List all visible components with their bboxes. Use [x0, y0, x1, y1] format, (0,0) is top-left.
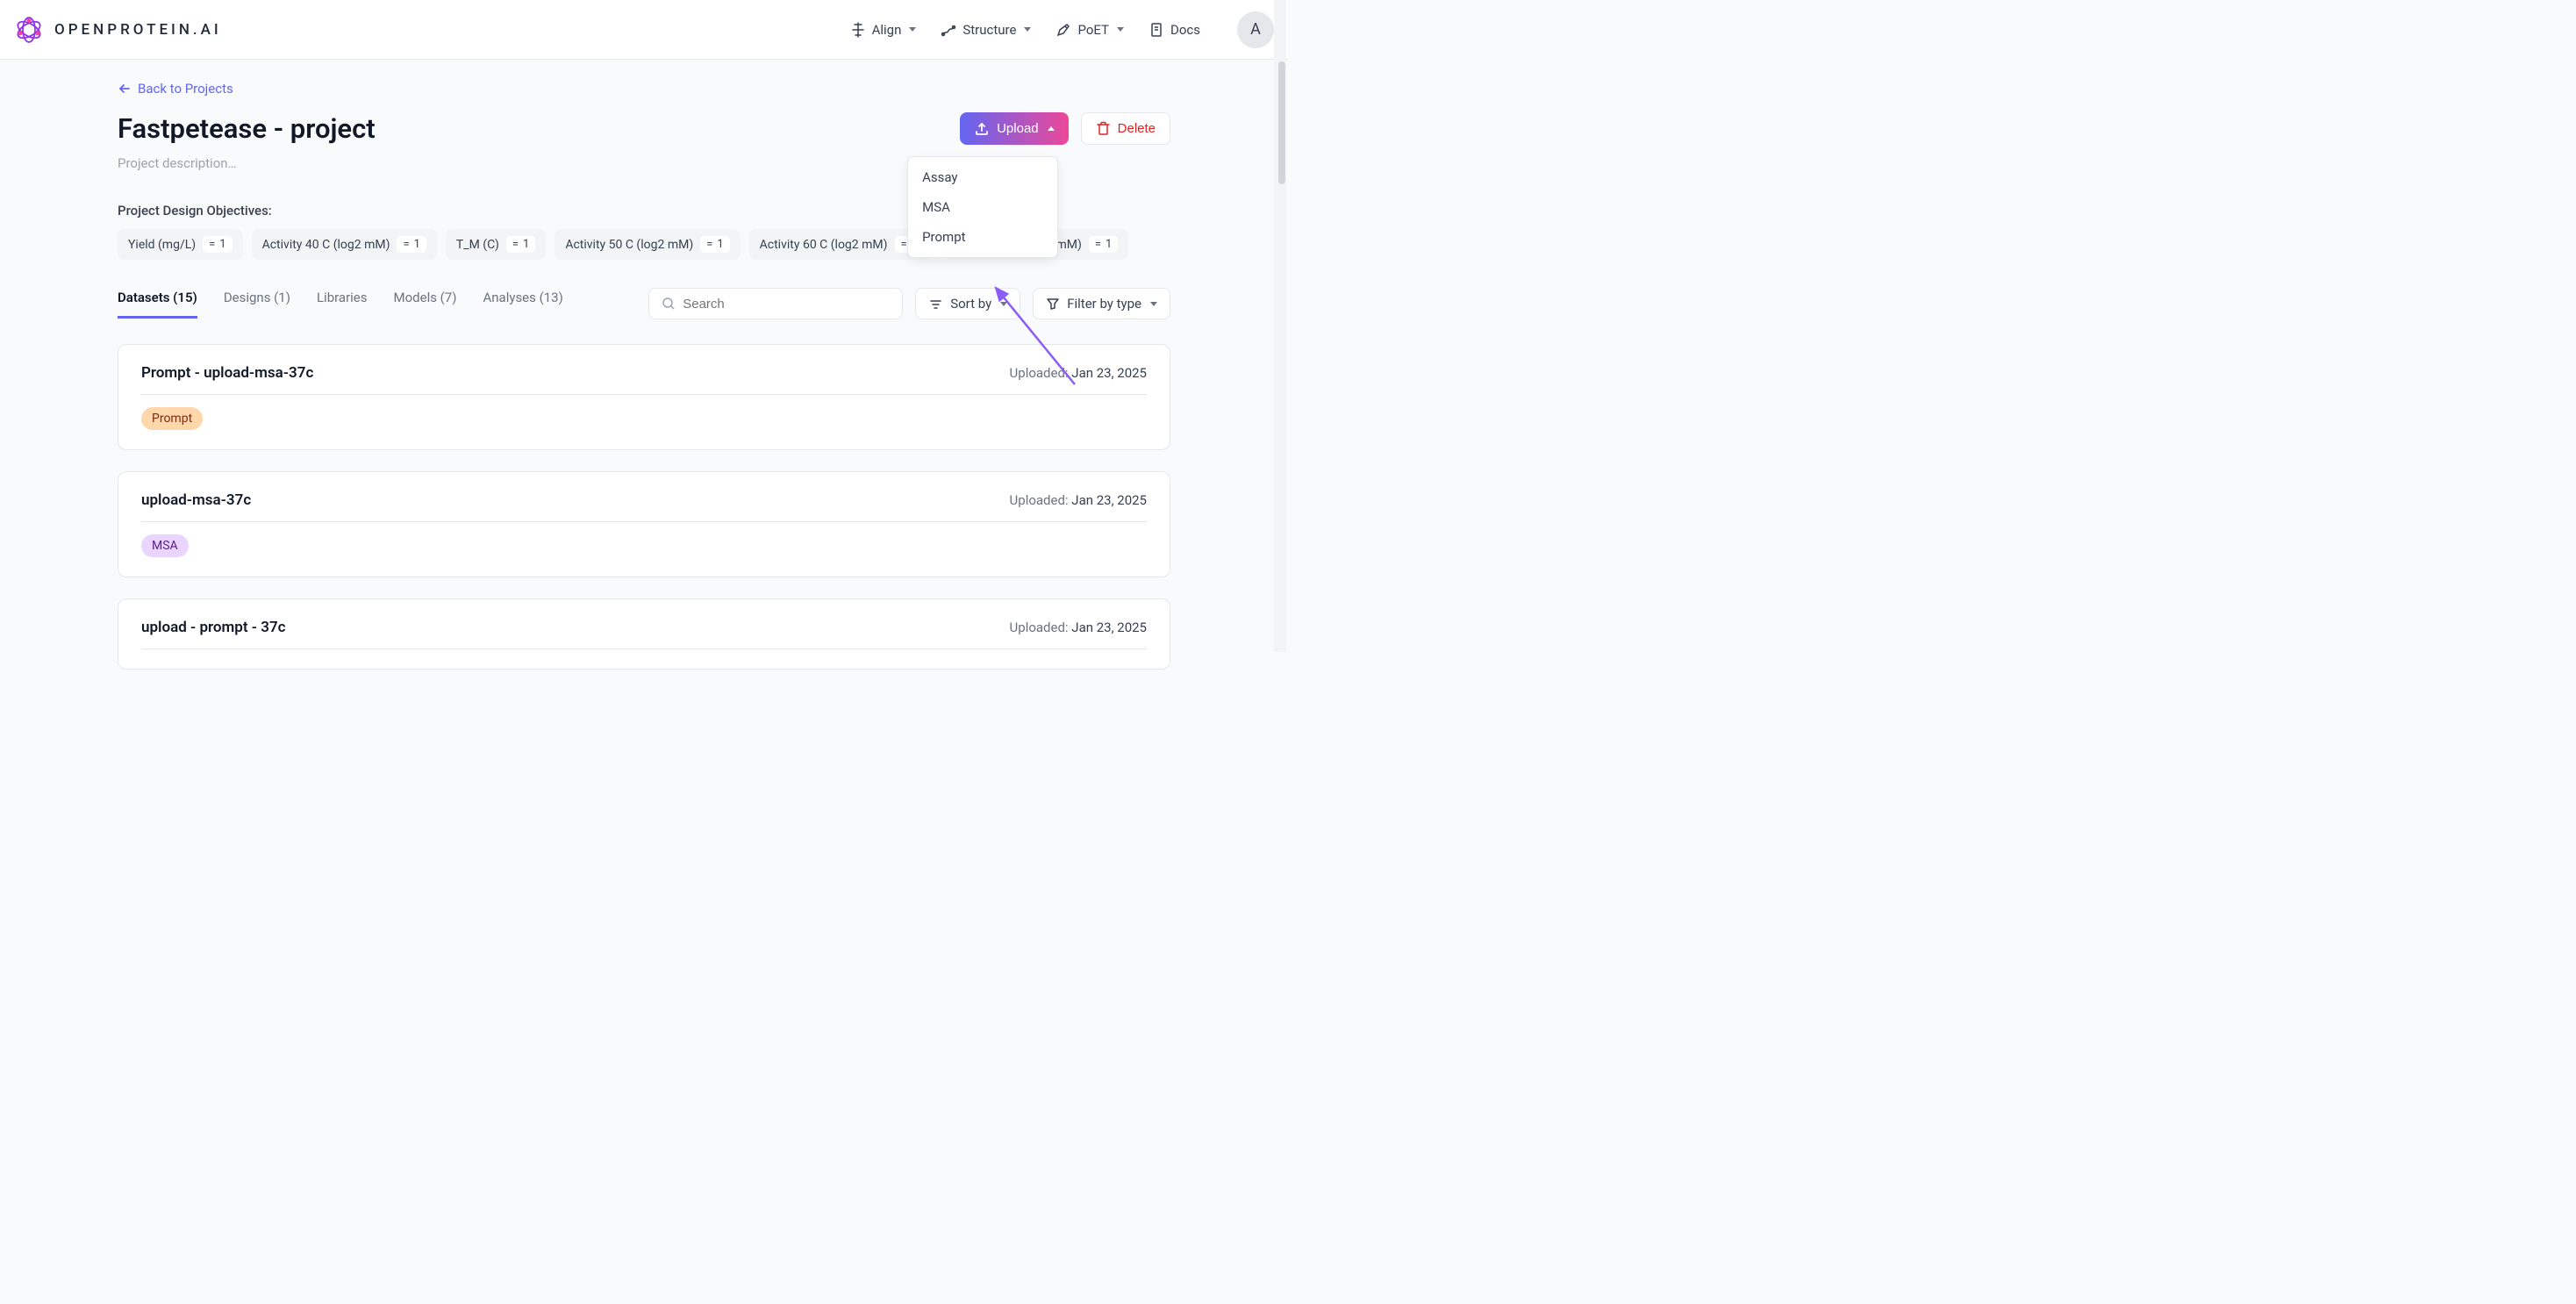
- arrow-left-icon: [118, 82, 132, 96]
- logo-text: OPENPROTEIN.AI: [54, 21, 222, 39]
- pen-icon: [1055, 22, 1071, 38]
- tab-analyses[interactable]: Analyses (13): [483, 290, 562, 319]
- tab-libraries[interactable]: Libraries: [317, 290, 368, 319]
- nav-align[interactable]: Align: [850, 22, 917, 38]
- back-to-projects-link[interactable]: Back to Projects: [118, 81, 1170, 97]
- search-input-wrapper: [648, 288, 903, 319]
- objective-name: Activity 40 C (log2 mM): [262, 238, 390, 252]
- search-input[interactable]: [683, 297, 890, 312]
- upload-button[interactable]: Upload: [960, 112, 1069, 145]
- dataset-card[interactable]: Prompt - upload-msa-37c Uploaded: Jan 23,…: [118, 344, 1170, 450]
- chevron-down-icon: [1117, 27, 1124, 32]
- dataset-title: upload-msa-37c: [141, 491, 251, 509]
- dataset-card[interactable]: upload-msa-37c Uploaded: Jan 23, 2025 MSA: [118, 471, 1170, 577]
- filter-label: Filter by type: [1067, 296, 1141, 312]
- dataset-uploaded: Uploaded: Jan 23, 2025: [1010, 620, 1147, 635]
- dropdown-item-prompt[interactable]: Prompt: [908, 222, 1057, 252]
- sort-button[interactable]: Sort by: [915, 288, 1020, 319]
- dataset-title: upload - prompt - 37c: [141, 619, 286, 636]
- nav-docs[interactable]: Docs: [1148, 22, 1200, 38]
- tab-designs[interactable]: Designs (1): [224, 290, 290, 319]
- chevron-down-icon: [909, 27, 916, 32]
- content: Back to Projects Fastpetease - project U…: [0, 60, 1288, 691]
- trash-icon: [1096, 121, 1111, 136]
- nav-docs-label: Docs: [1170, 22, 1200, 38]
- nav-poet[interactable]: PoET: [1055, 22, 1124, 38]
- avatar-initial: A: [1250, 20, 1261, 39]
- sort-label: Sort by: [950, 296, 991, 312]
- scrollbar-thumb[interactable]: [1278, 61, 1285, 184]
- structure-icon: [941, 22, 956, 38]
- nav: Align Structure PoET Docs A: [850, 11, 1274, 48]
- objective-name: Yield (mg/L): [128, 238, 196, 252]
- upload-dropdown-menu: Assay MSA Prompt: [907, 156, 1058, 258]
- dropdown-item-msa[interactable]: MSA: [908, 192, 1057, 222]
- delete-label: Delete: [1118, 121, 1156, 136]
- objective-badge: =1: [397, 236, 426, 253]
- nav-poet-label: PoET: [1077, 22, 1109, 38]
- chevron-down-icon: [1024, 27, 1031, 32]
- sort-icon: [928, 297, 943, 312]
- nav-align-label: Align: [872, 22, 902, 38]
- dataset-tag: MSA: [141, 534, 189, 557]
- delete-button[interactable]: Delete: [1081, 112, 1170, 145]
- dataset-uploaded: Uploaded: Jan 23, 2025: [1010, 492, 1147, 508]
- objective-badge: =1: [203, 236, 232, 253]
- objective-name: Activity 50 C (log2 mM): [565, 238, 693, 252]
- objective-chip[interactable]: Activity 50 C (log2 mM) =1: [555, 229, 740, 260]
- page-title: Fastpetease - project: [118, 112, 376, 145]
- nav-structure[interactable]: Structure: [941, 22, 1031, 38]
- objective-badge: =1: [700, 236, 729, 253]
- tab-datasets[interactable]: Datasets (15): [118, 290, 197, 319]
- chevron-down-icon: [1000, 302, 1007, 306]
- dataset-card[interactable]: upload - prompt - 37c Uploaded: Jan 23, 2…: [118, 598, 1170, 670]
- nav-structure-label: Structure: [962, 22, 1016, 38]
- upload-label: Upload: [997, 121, 1039, 136]
- objective-chip[interactable]: T_M (C) =1: [446, 229, 546, 260]
- chevron-down-icon: [1150, 302, 1157, 306]
- back-link-text: Back to Projects: [138, 81, 233, 97]
- logo-icon: [14, 15, 44, 45]
- dataset-list: Prompt - upload-msa-37c Uploaded: Jan 23,…: [118, 344, 1170, 670]
- docs-icon: [1148, 22, 1164, 38]
- logo[interactable]: OPENPROTEIN.AI: [14, 15, 222, 45]
- objective-chip[interactable]: Yield (mg/L) =1: [118, 229, 243, 260]
- objective-badge: =1: [506, 236, 535, 253]
- objective-name: T_M (C): [456, 238, 499, 252]
- search-icon: [662, 297, 676, 311]
- dataset-tag: Prompt: [141, 407, 203, 430]
- tabs: Datasets (15) Designs (1) Libraries Mode…: [118, 290, 563, 319]
- objective-chip[interactable]: Activity 40 C (log2 mM) =1: [252, 229, 437, 260]
- tab-models[interactable]: Models (7): [394, 290, 457, 319]
- avatar[interactable]: A: [1237, 11, 1274, 48]
- filter-icon: [1046, 297, 1060, 311]
- objective-name: Activity 60 C (log2 mM): [760, 238, 888, 252]
- dataset-uploaded: Uploaded: Jan 23, 2025: [1010, 365, 1147, 381]
- header: OPENPROTEIN.AI Align Structure PoET Docs…: [0, 0, 1288, 60]
- align-icon: [850, 22, 866, 38]
- filter-button[interactable]: Filter by type: [1033, 288, 1170, 319]
- dataset-title: Prompt - upload-msa-37c: [141, 364, 313, 382]
- dropdown-item-assay[interactable]: Assay: [908, 162, 1057, 192]
- upload-icon: [974, 121, 990, 137]
- chevron-up-icon: [1048, 126, 1055, 131]
- objective-badge: =1: [1089, 236, 1118, 253]
